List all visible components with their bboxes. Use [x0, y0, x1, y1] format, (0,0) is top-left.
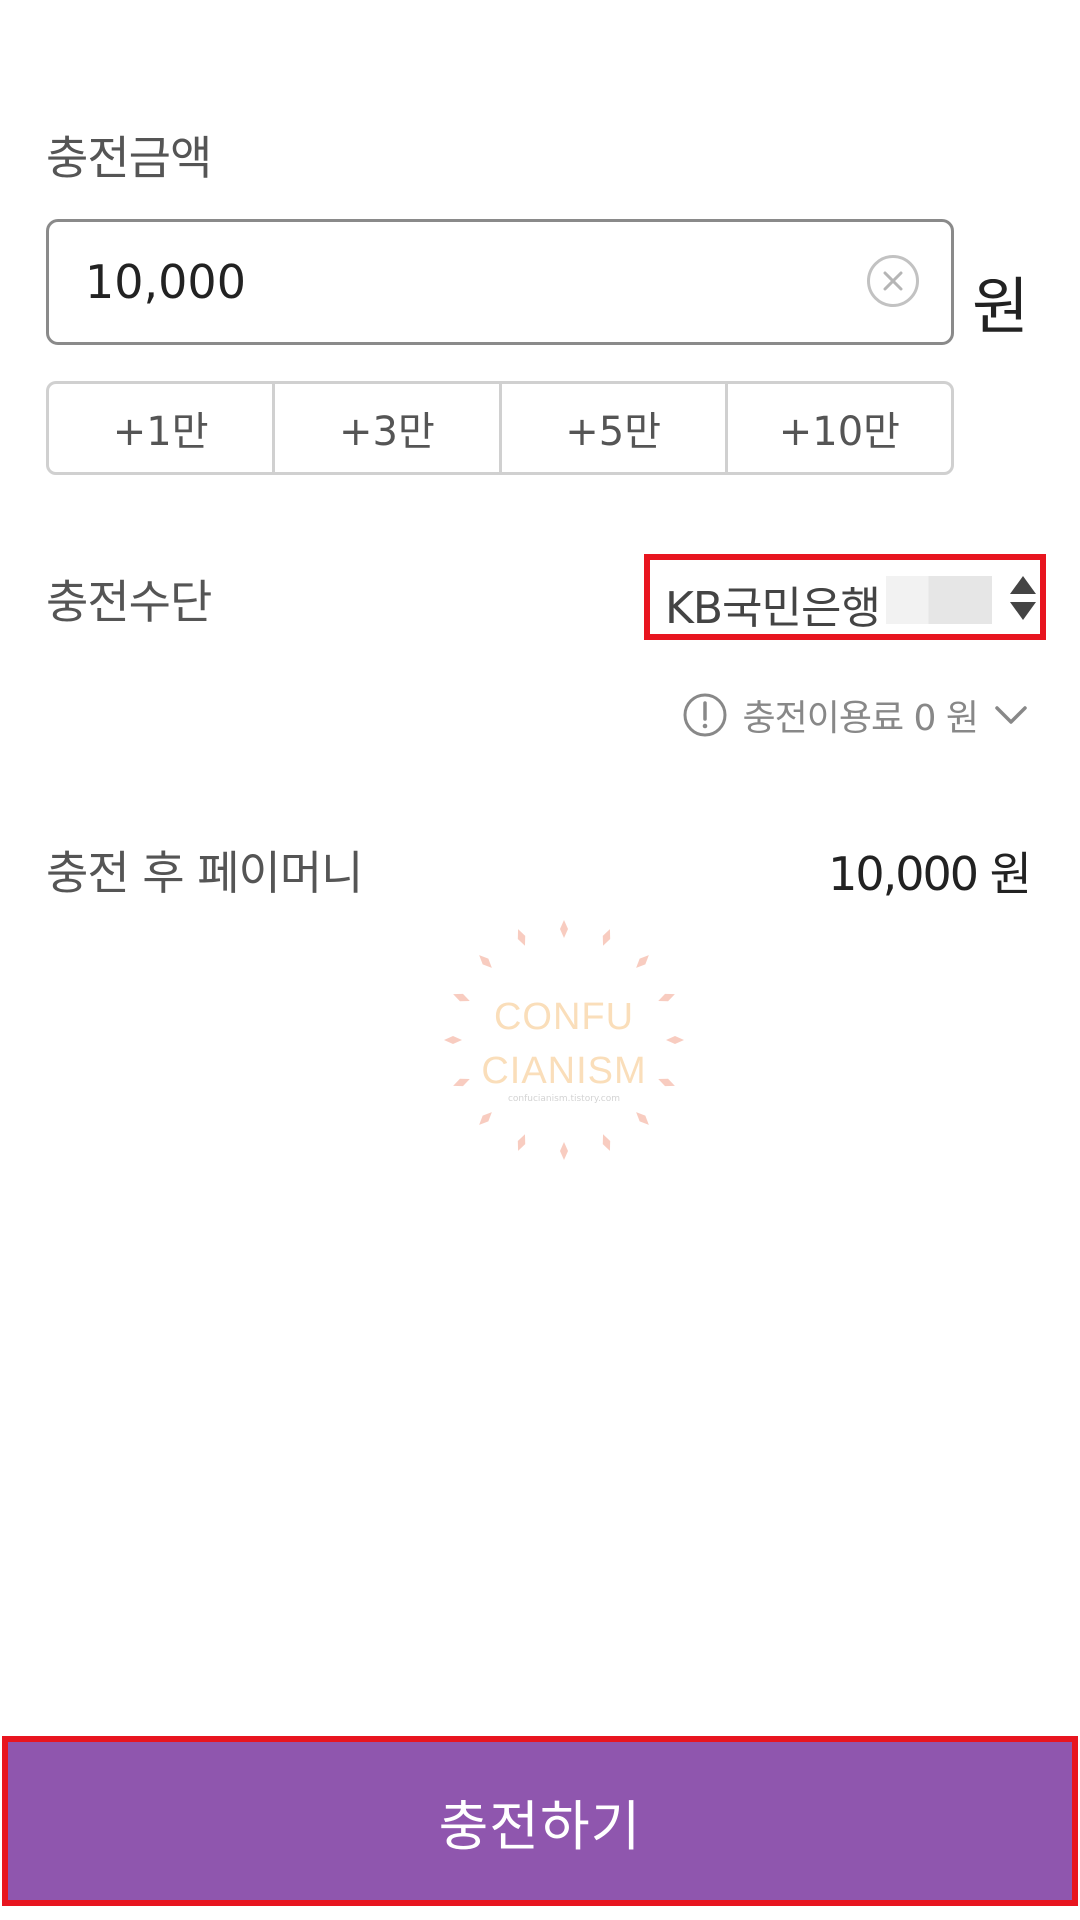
watermark-ray: [636, 1112, 649, 1125]
add-10000-button[interactable]: +1만: [49, 384, 276, 472]
watermark-text-line1: CONFU: [493, 996, 635, 1038]
chevron-down-icon: [995, 706, 1027, 724]
after-charge-value: 10,000 원: [828, 847, 1032, 901]
close-icon: [883, 271, 903, 291]
sort-arrows-icon: [1010, 576, 1036, 620]
charge-submit-label: 충전하기: [438, 1794, 642, 1858]
watermark-ray: [602, 929, 611, 946]
charge-amount-field[interactable]: [46, 219, 954, 345]
watermark-ray: [479, 955, 492, 968]
selected-bank-name: KB국민은행: [665, 583, 881, 634]
watermark-ray: [517, 929, 526, 946]
fee-info-toggle[interactable]: 충전이용료 0 원: [682, 690, 1028, 740]
clear-input-button[interactable]: [867, 255, 919, 307]
currency-unit: 원: [972, 270, 1030, 343]
watermark-url: confucianism.tistory.com: [507, 1094, 621, 1104]
masked-account-number: [886, 576, 992, 624]
watermark-ray: [602, 1134, 611, 1151]
watermark-ray: [560, 1142, 568, 1160]
charge-amount-input[interactable]: [85, 222, 845, 342]
sunburst-icon: [444, 920, 684, 1160]
fee-text: 충전이용료 0 원: [742, 698, 979, 739]
charge-submit-button[interactable]: 충전하기: [2, 1736, 1078, 1906]
add-30000-button[interactable]: +3만: [275, 384, 502, 472]
watermark-ray: [560, 920, 568, 938]
quick-add-buttons: +1만 +3만 +5만 +10만: [46, 381, 954, 475]
watermark-ray: [636, 955, 649, 968]
watermark-text-line2: CIANISM: [481, 1050, 647, 1092]
after-charge-label: 충전 후 페이머니: [46, 846, 363, 900]
watermark-ray: [517, 1134, 526, 1151]
charge-method-label: 충전수단: [46, 575, 212, 629]
charge-amount-label: 충전금액: [46, 131, 212, 185]
charge-method-select[interactable]: KB국민은행: [644, 554, 1046, 640]
exclamation-circle-icon: [683, 693, 727, 737]
watermark-ray: [479, 1112, 492, 1125]
add-100000-button[interactable]: +10만: [728, 384, 951, 472]
watermark-logo: CONFU CIANISM confucianism.tistory.com: [440, 916, 688, 1164]
add-50000-button[interactable]: +5만: [502, 384, 728, 472]
